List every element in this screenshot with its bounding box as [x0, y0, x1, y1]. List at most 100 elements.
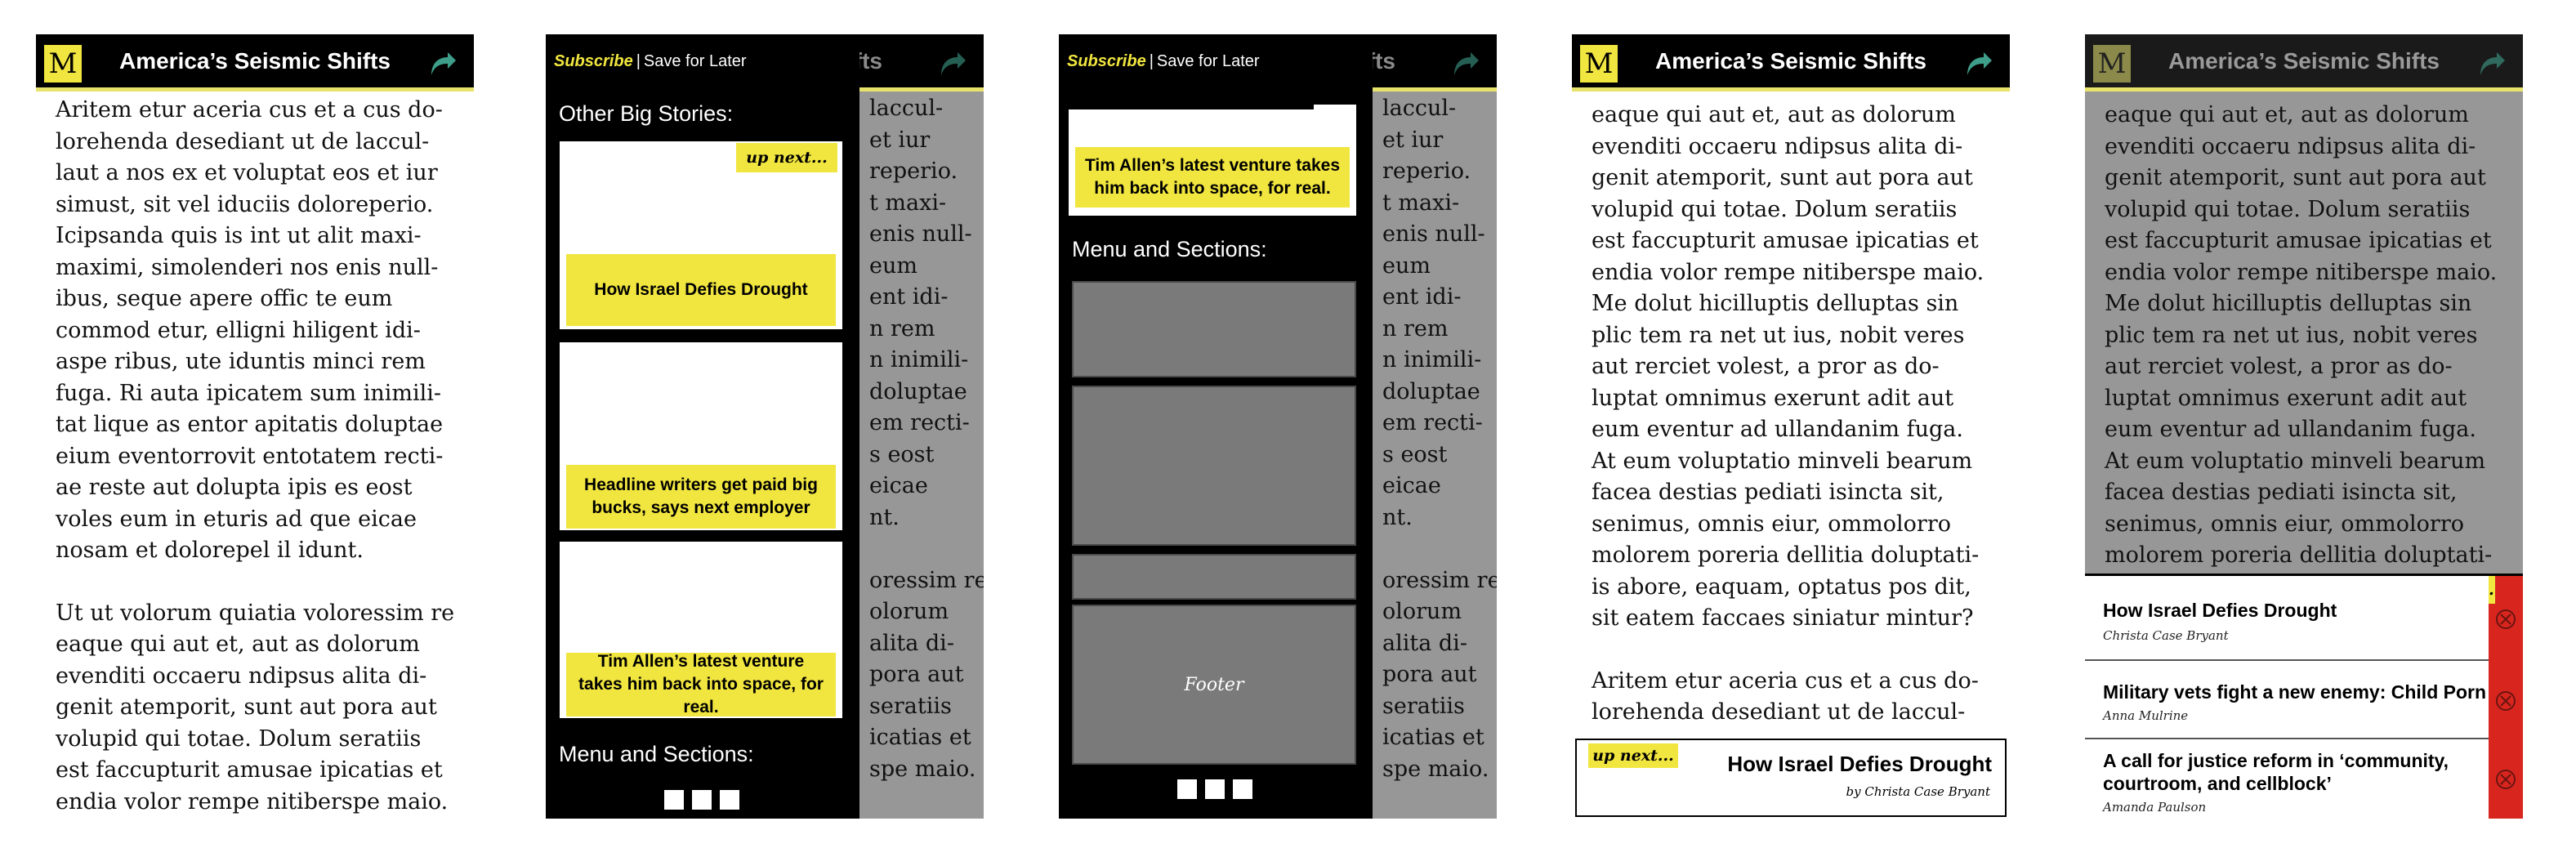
article-line: volupid qui totae. Dolum seratiis [56, 725, 422, 752]
page-dot[interactable] [1233, 779, 1252, 799]
article-line: nt. [869, 504, 900, 530]
list-item[interactable]: How Israel Defies Drought Christa Case B… [2085, 576, 2489, 661]
article-paragraph: Aritem etur aceria cus et a cus do-loreh… [1592, 666, 1992, 729]
page-dot[interactable] [664, 790, 684, 810]
up-next-badge: up next... [1588, 743, 1678, 768]
article-line: n rem [1382, 315, 1449, 341]
page-dot[interactable] [1177, 779, 1197, 799]
list-item-author: Amanda Paulson [2103, 800, 2207, 815]
menu-panel: Subscribe | Save for Later Other Big Stori… [546, 34, 859, 819]
article-line: Aritem etur aceria cus et a cus do- [1592, 667, 1979, 694]
page-indicator [664, 790, 748, 810]
article-line: laccul- [869, 96, 944, 121]
article-line: lorehenda desediant ut de laccul- [56, 128, 430, 154]
story-card[interactable]: Tim Allen’s latest venture takes him bac… [1069, 105, 1356, 216]
story-card-title: How Israel Defies Drought [566, 254, 836, 326]
article-line: eum eventur ad ullandanim fuga. [2105, 417, 2476, 442]
article-line: et iur [1382, 127, 1444, 153]
article-line: est faccupturit amusae ipicatias et [1592, 228, 1979, 253]
article-line: facea destias pediati isincta sit, [1592, 480, 1944, 505]
screen-menu-sections: ifts laccul-et iur reperio. t maxi-enis nu… [1059, 34, 1497, 819]
article-line: seratiis [869, 693, 952, 719]
article-line: evenditi occaeru ndipsus alita di- [2105, 133, 2476, 159]
header-bar: M America’s Seismic Shifts [36, 34, 474, 92]
page-indicator [1177, 779, 1261, 799]
article-body: Aritem etur aceria cus et a cus do-loreh… [56, 95, 456, 818]
article-line: eum [869, 252, 917, 279]
header-bar: M America’s Seismic Shifts [2085, 34, 2523, 92]
save-for-later-link[interactable]: Save for Later [1157, 52, 1260, 70]
share-icon[interactable] [2477, 51, 2507, 77]
dimmed-overlay[interactable]: laccul-et iur reperio. t maxi-enis null-eu… [859, 92, 984, 819]
article-line: lorehenda desediant ut de laccul- [1592, 699, 1966, 725]
save-for-later-link[interactable]: Save for Later [644, 52, 747, 70]
screen-menu-stories: ifts laccul-et iur reperio. t maxi-enis nu… [546, 34, 984, 819]
article-line: senimus, omnis eiur, ommolorro [2105, 511, 2464, 537]
article-line: voles eum in eturis ad que eicae [56, 506, 417, 532]
article-line: et iur [869, 127, 931, 153]
list-item[interactable]: Military vets fight a new enemy: Child P… [2085, 661, 2489, 739]
page-dot[interactable] [720, 790, 739, 810]
menu-section-block[interactable] [1072, 281, 1356, 377]
article-line: nt. [1382, 504, 1413, 530]
article-line: eaque qui aut et, aut as dolorum [56, 632, 420, 657]
screen-article: M America’s Seismic Shifts Aritem etur a… [36, 34, 474, 819]
article-line: fuga. Ri auta ipicatem sum inimili- [56, 380, 441, 406]
article-peek: laccul-et iur reperio. t maxi-enis null-eu… [1382, 93, 1497, 785]
article-line: aspe ribus, ute iduntis minci rem [56, 349, 426, 374]
article-line: icatias et [869, 725, 971, 750]
article-line [869, 533, 984, 565]
article-line: enis null- [869, 221, 972, 247]
article-line: t maxi- [869, 190, 947, 216]
article-line: pora aut [1382, 662, 1477, 687]
screen-article-upnext: eaque qui aut et, aut as dolorum evenditi… [1572, 34, 2010, 819]
list-item[interactable]: A call for justice reform in ‘community,… [2085, 739, 2489, 819]
article-line: Aritem etur aceria cus et a cus do- [56, 97, 443, 123]
dimmed-overlay[interactable]: laccul-et iur reperio. t maxi-enis null-eu… [1373, 92, 1497, 819]
article-line: laut a nos ex et voluptat eos et iur [56, 160, 438, 185]
article-line: genit atemporit, sunt aut pora aut [2105, 165, 2486, 190]
up-next-bar[interactable]: up next... How Israel Defies Drought by … [1575, 739, 2007, 817]
share-icon[interactable] [1964, 51, 1993, 77]
article-line: eium eventorrovit entotatem recti- [56, 443, 444, 469]
share-icon[interactable] [1451, 51, 1480, 77]
close-icon[interactable] [2495, 690, 2516, 712]
page-dot[interactable] [692, 790, 712, 810]
article-line: ent idi- [869, 284, 949, 310]
article-line: plic tem ra net ut ius, nobit veres [1592, 322, 1965, 348]
article-line: oressim re [869, 567, 984, 593]
story-card[interactable]: up next... How Israel Defies Drought [557, 139, 845, 332]
share-icon[interactable] [428, 51, 458, 77]
story-card[interactable]: Headline writers get paid big bucks, say… [557, 340, 845, 533]
article-line: molorem poreria dellitia doluptati- [1592, 542, 1980, 568]
article-line: genit atemporit, sunt aut pora aut [56, 694, 437, 720]
menu-section-block[interactable] [1072, 386, 1356, 546]
article-line: genit atemporit, sunt aut pora aut [1592, 165, 1973, 190]
list-item-author: Christa Case Bryant [2103, 628, 2229, 643]
article-line: endia volor rempe nitiberspe maio. [1592, 259, 1984, 285]
subscribe-link[interactable]: Subscribe [554, 52, 633, 70]
article-line: volupid qui totae. Dolum seratiis [1592, 196, 1958, 222]
top-actions: Subscribe | Save for Later [554, 52, 747, 70]
up-next-byline: by Christa Case Bryant [1846, 784, 1990, 799]
story-card[interactable]: Tim Allen’s latest venture takes him bac… [557, 539, 845, 721]
article-line: doluptae [869, 378, 967, 404]
close-icon[interactable] [2495, 769, 2516, 790]
article-line: evenditi occaeru ndipsus alita di- [56, 663, 427, 689]
subscribe-link[interactable]: Subscribe [1067, 52, 1146, 70]
list-item-title: How Israel Defies Drought [2103, 600, 2337, 621]
article-line: ibus, seque apere offic te eum [56, 286, 393, 311]
article-line: icatias et [1382, 725, 1484, 750]
article-line: ae reste aut dolupta ipis es eost [56, 475, 413, 500]
share-icon[interactable] [938, 51, 967, 77]
article-line: Icipsanda quis is int ut alit maxi- [56, 223, 422, 248]
footer-label: Footer [1184, 674, 1244, 695]
article-line: eicae [869, 473, 928, 498]
page-dot[interactable] [1205, 779, 1225, 799]
close-icon[interactable] [2495, 609, 2516, 630]
article-line: molorem poreria dellitia doluptati- [2105, 542, 2493, 568]
dimmed-overlay[interactable]: eaque qui aut et, aut as dolorum evenditi… [2085, 34, 2523, 574]
up-next-badge: up next... [736, 143, 837, 172]
menu-section-block[interactable] [1072, 554, 1356, 600]
article-paragraph: eaque qui aut et, aut as dolorum evenditi… [1592, 100, 1992, 635]
